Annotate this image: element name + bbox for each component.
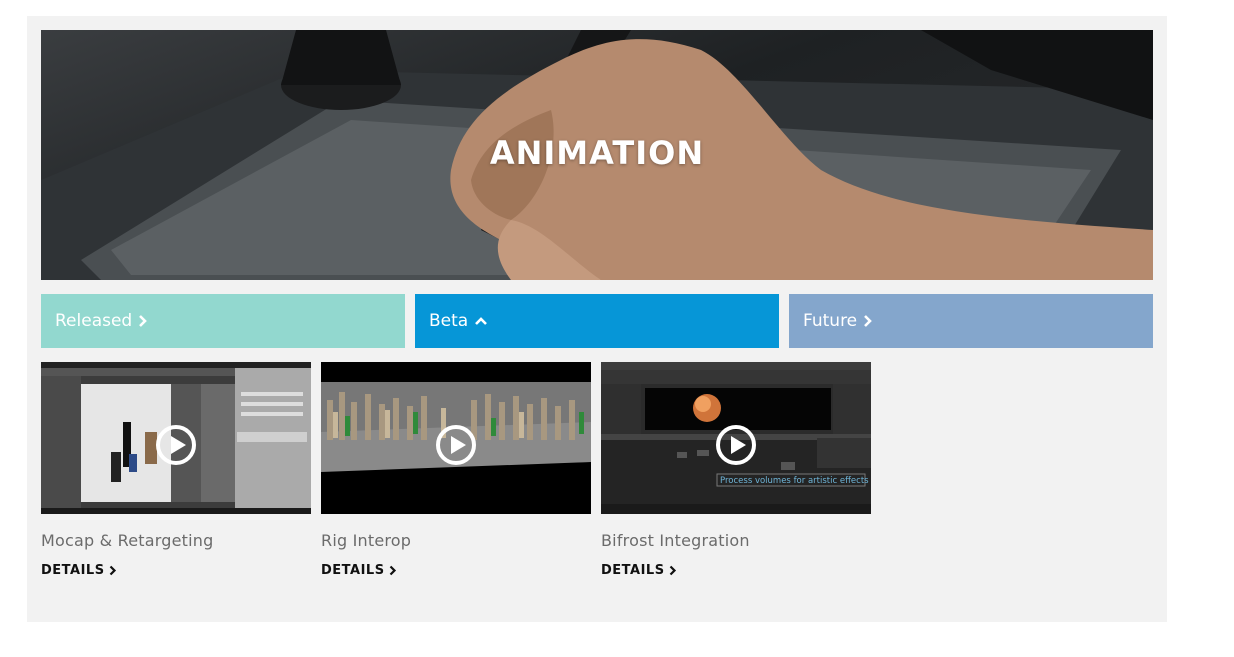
chevron-right-icon <box>389 565 397 576</box>
tab-future[interactable]: Future <box>789 294 1153 348</box>
details-link[interactable]: DETAILS <box>321 563 397 578</box>
video-card: Mocap & Retargeting DETAILS <box>41 362 311 578</box>
details-link[interactable]: DETAILS <box>41 563 117 578</box>
video-thumbnail[interactable]: Process volumes for artistic effects <box>601 362 871 514</box>
hero-banner: ANIMATION <box>41 30 1153 280</box>
details-label: DETAILS <box>321 563 385 578</box>
play-icon <box>436 425 476 465</box>
release-stage-tabs: Released Beta Future <box>41 294 1153 348</box>
chevron-right-icon <box>109 565 117 576</box>
tab-beta-label: Beta <box>429 311 469 331</box>
tab-future-label: Future <box>803 311 858 331</box>
video-card: Process volumes for artistic effects Bif… <box>601 362 871 578</box>
video-title[interactable]: Bifrost Integration <box>601 531 750 550</box>
chevron-right-icon <box>669 565 677 576</box>
chevron-right-icon <box>863 314 873 328</box>
tab-released[interactable]: Released <box>41 294 405 348</box>
chevron-right-icon <box>138 314 148 328</box>
play-icon <box>716 425 756 465</box>
details-label: DETAILS <box>601 563 665 578</box>
details-link[interactable]: DETAILS <box>601 563 677 578</box>
overlay-caption: Process volumes for artistic effects <box>720 476 869 486</box>
play-icon <box>156 425 196 465</box>
tab-beta[interactable]: Beta <box>415 294 779 348</box>
video-title[interactable]: Rig Interop <box>321 531 411 550</box>
video-thumbnail[interactable] <box>41 362 311 514</box>
tab-released-label: Released <box>55 311 133 331</box>
animation-section: ANIMATION Released Beta Future Mocap & R… <box>27 16 1167 622</box>
video-card: Rig Interop DETAILS <box>321 362 591 578</box>
video-title[interactable]: Mocap & Retargeting <box>41 531 213 550</box>
details-label: DETAILS <box>41 563 105 578</box>
hero-title: ANIMATION <box>489 134 705 172</box>
video-thumbnail[interactable] <box>321 362 591 514</box>
chevron-up-icon <box>474 316 488 326</box>
